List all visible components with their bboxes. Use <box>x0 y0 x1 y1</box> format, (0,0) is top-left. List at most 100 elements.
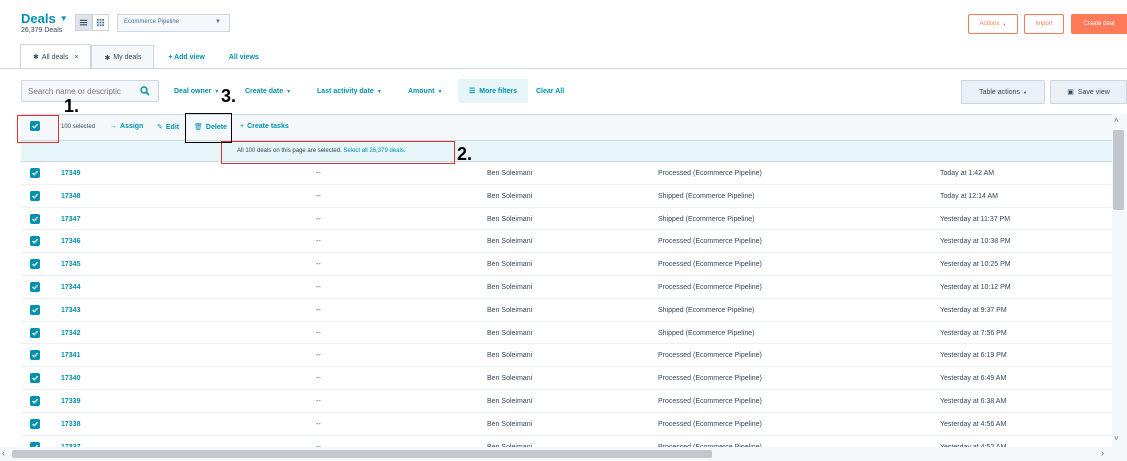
table-row[interactable]: 17347 -- Ben Soleimani Shipped (Ecommerce P… <box>21 208 1112 231</box>
create-date-filter[interactable]: Create date ▼ <box>245 88 291 95</box>
last-activity-filter[interactable]: Last activity date ▼ <box>317 88 382 95</box>
table-row[interactable]: 17344 -- Ben Soleimani Processed (Ecommerce… <box>21 276 1112 299</box>
deal-name-link[interactable]: 17349 <box>61 170 80 177</box>
deal-name-link[interactable]: 17343 <box>61 307 80 314</box>
deal-owner: Ben Soleimani <box>487 397 533 405</box>
horizontal-scroll-thumb[interactable] <box>12 450 712 458</box>
deal-owner: Ben Soleimani <box>487 215 533 223</box>
deal-amount: -- <box>316 238 321 246</box>
deal-name-link[interactable]: 17346 <box>61 238 80 245</box>
row-checkbox[interactable] <box>30 281 40 292</box>
deal-name-link[interactable]: 17338 <box>61 421 80 428</box>
close-icon[interactable]: × <box>74 54 78 61</box>
deal-name-link[interactable]: 17347 <box>61 216 80 223</box>
row-checkbox[interactable] <box>30 395 40 406</box>
deal-name-link[interactable]: 17339 <box>61 398 80 405</box>
chevron-down-icon: ▼ <box>1002 21 1007 27</box>
table-row[interactable]: 17349 -- Ben Soleimani Processed (Ecommerce… <box>21 162 1112 185</box>
record-count: 26,379 Deals <box>21 27 63 34</box>
edit-button[interactable]: ✎ Edit <box>157 123 179 131</box>
assign-button[interactable]: → Assign <box>110 123 143 130</box>
chevron-down-icon[interactable]: ˅ <box>1114 434 1119 443</box>
deals-table: 17349 -- Ben Soleimani Processed (Ecommerce… <box>21 162 1112 459</box>
filter-label: Last activity date <box>317 88 374 95</box>
annotation-number-3: 3. <box>221 86 237 106</box>
table-row[interactable]: 17339 -- Ben Soleimani Processed (Ecommerce… <box>21 390 1112 413</box>
deal-owner: Ben Soleimani <box>487 261 533 269</box>
table-row[interactable]: 17346 -- Ben Soleimani Processed (Ecommerce… <box>21 230 1112 254</box>
deal-stage: Shipped (Ecommerce Pipeline) <box>658 215 755 223</box>
row-checkbox[interactable] <box>30 259 40 270</box>
deal-amount: -- <box>316 375 321 383</box>
chevron-right-icon[interactable]: › <box>1101 448 1104 458</box>
row-checkbox[interactable] <box>30 373 40 384</box>
pipeline-select[interactable]: Ecommerce Pipeline ▼ <box>117 14 230 32</box>
search-input[interactable] <box>21 80 159 102</box>
deal-name-link[interactable]: 17342 <box>61 330 80 337</box>
chevron-left-icon[interactable]: ‹ <box>2 448 5 458</box>
add-view-link[interactable]: + Add view <box>168 45 205 69</box>
chevron-up-icon[interactable]: ˄ <box>1114 116 1119 125</box>
checkmark-icon <box>32 284 39 290</box>
board-view-button[interactable] <box>92 14 109 31</box>
table-actions-button[interactable]: Table actions ▼ <box>961 80 1045 104</box>
more-filters-button[interactable]: ☰ More filters <box>458 79 528 103</box>
annotation-number-2: 2. <box>457 144 473 164</box>
create-deal-button[interactable]: Create deal <box>1071 14 1127 34</box>
deal-amount: -- <box>316 352 321 360</box>
deal-name-link[interactable]: 17344 <box>61 284 80 291</box>
pipeline-select-value: Ecommerce Pipeline <box>124 19 180 25</box>
page-title[interactable]: Deals <box>21 11 56 26</box>
row-checkbox[interactable] <box>30 350 40 361</box>
grid-icon <box>96 18 105 27</box>
vertical-scroll-thumb[interactable] <box>1113 130 1124 210</box>
import-button[interactable]: Import <box>1024 14 1064 34</box>
table-row[interactable]: 17348 -- Ben Soleimani Shipped (Ecommerce P… <box>21 185 1112 208</box>
deal-stage: Processed (Ecommerce Pipeline) <box>658 397 762 405</box>
last-activity-date: Yesterday at 10:25 PM <box>940 261 1011 269</box>
search-icon[interactable] <box>140 86 150 96</box>
clear-all-link[interactable]: Clear All <box>536 88 564 95</box>
table-row[interactable]: 17343 -- Ben Soleimani Shipped (Ecommerce P… <box>21 299 1112 322</box>
pin-icon: ✱ <box>104 54 111 62</box>
deal-amount: -- <box>316 170 321 177</box>
save-view-button[interactable]: ▣ Save view <box>1050 80 1127 104</box>
row-checkbox[interactable] <box>30 418 40 429</box>
actions-button[interactable]: Actions ▼ <box>968 14 1018 34</box>
chevron-down-icon: ▼ <box>214 89 220 95</box>
table-row[interactable]: 17338 -- Ben Soleimani Processed (Ecommerce… <box>21 413 1112 436</box>
list-view-button[interactable] <box>75 14 92 31</box>
create-tasks-label: Create tasks <box>247 123 289 130</box>
tab-my-deals[interactable]: ✱ My deals <box>91 45 155 69</box>
deal-name-link[interactable]: 17345 <box>61 261 80 268</box>
row-checkbox[interactable] <box>30 236 40 247</box>
last-activity-date: Yesterday at 10:12 PM <box>940 283 1011 291</box>
table-row[interactable]: 17345 -- Ben Soleimani Processed (Ecommerce… <box>21 253 1112 276</box>
checkmark-icon <box>32 398 39 404</box>
row-checkbox[interactable] <box>30 213 40 224</box>
amount-filter[interactable]: Amount ▼ <box>408 88 442 95</box>
deal-name-link[interactable]: 17348 <box>61 193 80 200</box>
last-activity-date: Yesterday at 4:56 AM <box>940 420 1007 428</box>
checkmark-icon <box>32 193 39 199</box>
row-checkbox[interactable] <box>30 168 40 178</box>
filter-icon: ☰ <box>468 88 476 95</box>
row-checkbox[interactable] <box>30 327 40 338</box>
deal-owner-filter[interactable]: Deal owner ▼ <box>174 88 219 95</box>
deal-stage: Processed (Ecommerce Pipeline) <box>658 170 762 177</box>
table-row[interactable]: 17340 -- Ben Soleimani Processed (Ecommerce… <box>21 367 1112 390</box>
deal-name-link[interactable]: 17341 <box>61 352 80 359</box>
row-checkbox[interactable] <box>30 190 40 201</box>
tab-all-deals[interactable]: ✱ All deals × <box>20 44 92 69</box>
row-checkbox[interactable] <box>30 304 40 315</box>
view-tabs: ✱ All deals × ✱ My deals + Add view All … <box>20 44 259 69</box>
deal-name-link[interactable]: 17340 <box>61 375 80 382</box>
chevron-down-icon[interactable]: ▼ <box>60 14 68 23</box>
deal-owner: Ben Soleimani <box>487 306 533 314</box>
object-switcher[interactable]: Deals ▼ <box>21 11 68 26</box>
edit-label: Edit <box>165 124 180 131</box>
all-views-link[interactable]: All views <box>229 45 259 69</box>
table-row[interactable]: 17342 -- Ben Soleimani Shipped (Ecommerce P… <box>21 322 1112 345</box>
create-tasks-button[interactable]: + Create tasks <box>240 123 289 130</box>
table-row[interactable]: 17341 -- Ben Soleimani Processed (Ecommerce… <box>21 344 1112 368</box>
